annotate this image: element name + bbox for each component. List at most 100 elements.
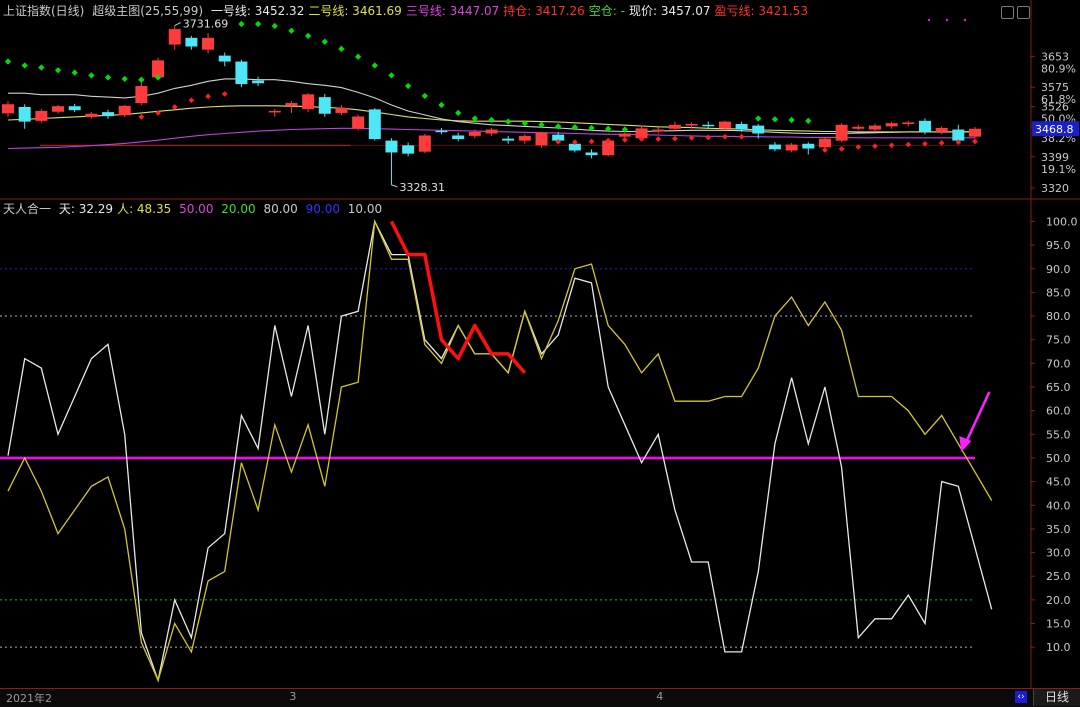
zoom-button[interactable] xyxy=(1001,6,1014,19)
candle-body xyxy=(668,124,681,129)
candle-body xyxy=(852,126,865,129)
close-panel-button[interactable] xyxy=(1017,6,1030,19)
candle-body xyxy=(318,97,331,114)
top-y-pct-label: 19.1% xyxy=(1041,163,1076,176)
current-price-tag[interactable]: 3468.8 xyxy=(1035,123,1074,136)
time-axis-bar xyxy=(0,688,1080,707)
bottom-y-label: 55.0 xyxy=(1046,428,1071,441)
candle-body xyxy=(118,105,131,116)
bottom-y-label: 95.0 xyxy=(1046,239,1071,252)
candle-body xyxy=(768,144,781,150)
mark-dot-0 xyxy=(928,19,930,21)
top-legend: 一号线: 3452.32 二号线: 3461.69 三号线: 3447.07 持仓: … xyxy=(211,4,812,18)
candle-body xyxy=(52,106,65,112)
bottom-y-label: 70.0 xyxy=(1046,357,1071,370)
scroll-icon[interactable]: ‹› xyxy=(1015,691,1027,703)
candle-body xyxy=(235,61,248,85)
bottom-legend-item-3: 20.00 xyxy=(217,202,256,216)
top-legend-item-2: 三号线: 3447.07 xyxy=(405,4,500,18)
candle-body xyxy=(435,130,448,133)
bottom-panel-header: 天人合一 天: 32.29 人: 48.35 50.00 20.00 80.00 … xyxy=(3,201,390,217)
candle-body xyxy=(868,125,881,130)
candle-body xyxy=(268,110,281,113)
candle-body xyxy=(818,138,831,148)
top-legend-item-6: 盈亏线: 3421.53 xyxy=(714,4,808,18)
candle-body xyxy=(85,113,98,117)
candle-body xyxy=(835,124,848,141)
bottom-y-label: 25.0 xyxy=(1046,570,1071,583)
indicator-name-bottom[interactable]: 天人合一 xyxy=(3,202,51,216)
bottom-y-label: 85.0 xyxy=(1046,286,1071,299)
candle-body xyxy=(252,80,265,84)
index-name[interactable]: 上证指数(日线) xyxy=(3,4,84,18)
bottom-y-label: 20.0 xyxy=(1046,594,1071,607)
period-tab[interactable]: 日线 xyxy=(1033,689,1080,706)
bottom-y-label: 10.0 xyxy=(1046,641,1071,654)
bottom-y-label: 50.0 xyxy=(1046,452,1071,465)
candle-body xyxy=(368,109,381,140)
bottom-y-label: 45.0 xyxy=(1046,476,1071,489)
candle-body xyxy=(418,135,431,152)
bottom-y-label: 80.0 xyxy=(1046,310,1071,323)
candle-body xyxy=(718,121,731,129)
candle-body xyxy=(468,131,481,136)
bottom-y-label: 30.0 xyxy=(1046,547,1071,560)
candle-body xyxy=(518,135,531,141)
top-y-pct-label: 80.9% xyxy=(1041,62,1076,75)
top-y-label: 3320 xyxy=(1041,182,1069,195)
bottom-y-label: 100.0 xyxy=(1046,215,1078,228)
candle-body xyxy=(652,129,665,132)
bottom-legend-item-0: 天: 32.29 xyxy=(58,202,114,216)
candle-body xyxy=(885,123,898,127)
candle-body xyxy=(618,133,631,137)
candle-body xyxy=(918,120,931,132)
candle-body xyxy=(702,124,715,127)
candle-body xyxy=(135,86,148,104)
bottom-legend-item-5: 90.00 xyxy=(301,202,340,216)
chart-canvas: 3731.693328.31 365380.9%357561.8%352650.… xyxy=(0,0,1080,706)
bottom-legend-item-1: 人: 48.35 xyxy=(117,202,172,216)
bottom-y-label: 65.0 xyxy=(1046,381,1071,394)
low-label: 3328.31 xyxy=(399,181,445,194)
candle-body xyxy=(752,125,765,134)
candle-body xyxy=(68,106,81,111)
candle-body xyxy=(202,37,215,50)
candle-body xyxy=(902,122,915,124)
candle-body xyxy=(968,128,982,137)
candle-body xyxy=(1,104,15,114)
indicator-name[interactable]: 超级主图(25,55,99) xyxy=(92,4,203,18)
bottom-y-label: 90.0 xyxy=(1046,263,1071,276)
candle-body xyxy=(335,107,348,113)
candle-body xyxy=(168,29,181,45)
candle-body xyxy=(352,116,365,129)
top-legend-item-0: 一号线: 3452.32 xyxy=(210,4,305,18)
candle-body xyxy=(452,135,465,140)
bottom-y-label: 15.0 xyxy=(1046,618,1071,631)
candle-body xyxy=(185,37,198,47)
candle-body xyxy=(785,144,798,151)
bottom-legend-item-2: 50.00 xyxy=(175,202,214,216)
high-label: 3731.69 xyxy=(183,18,229,31)
candle-body xyxy=(302,94,315,109)
top-legend-item-4: 空仓: - xyxy=(588,4,625,18)
bottom-y-label: 35.0 xyxy=(1046,523,1071,536)
candle-body xyxy=(402,145,415,154)
candle-body xyxy=(285,103,298,106)
x-axis-label-2: 4 xyxy=(656,690,664,703)
candle-body xyxy=(935,127,948,132)
top-legend-item-5: 现价: 3457.07 xyxy=(628,4,711,18)
bottom-legend: 天: 32.29 人: 48.35 50.00 20.00 80.00 90.00… xyxy=(59,202,386,216)
bottom-legend-item-6: 10.00 xyxy=(343,202,383,216)
candle-body xyxy=(735,124,748,130)
top-legend-item-1: 二号线: 3461.69 xyxy=(308,4,402,18)
candle-body xyxy=(102,112,115,117)
x-axis-label-1: 3 xyxy=(289,690,297,703)
mark-dot-2 xyxy=(964,19,966,21)
candle-body xyxy=(218,55,231,62)
candle-body xyxy=(952,129,965,141)
candle-body xyxy=(802,143,815,149)
candle-body xyxy=(685,124,698,126)
bottom-y-label: 60.0 xyxy=(1046,405,1071,418)
candle-body xyxy=(18,107,31,122)
candle-body xyxy=(585,152,598,156)
